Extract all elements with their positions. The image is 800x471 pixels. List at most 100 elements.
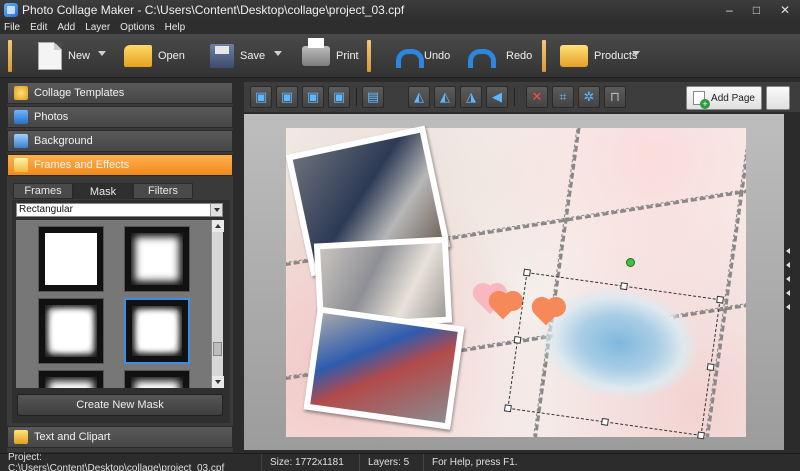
- scroll-up-icon[interactable]: [212, 220, 224, 232]
- print-button[interactable]: Print: [302, 38, 359, 74]
- undo-arrow-icon: [392, 43, 424, 69]
- section-label: Photos: [34, 111, 69, 123]
- save-button[interactable]: Save: [210, 38, 265, 74]
- mask-type-value: Rectangular: [19, 204, 73, 215]
- products-label: Products: [594, 50, 638, 62]
- folder-icon: [124, 45, 152, 67]
- scroll-down-icon[interactable]: [212, 376, 224, 388]
- add-page-icon: [693, 91, 711, 109]
- section-background[interactable]: Background: [7, 130, 233, 152]
- rotate-right-icon[interactable]: ◭: [434, 86, 456, 108]
- status-bar: Project: C:\Users\Content\Desktop\collag…: [0, 452, 800, 471]
- menu-file[interactable]: File: [4, 22, 20, 33]
- mask-preview: [45, 233, 97, 285]
- bring-forward-icon[interactable]: ▣: [276, 86, 298, 108]
- lock-icon[interactable]: ⊓: [604, 86, 626, 108]
- save-dropdown-arrow[interactable]: [274, 51, 282, 56]
- products-dropdown-arrow[interactable]: [632, 51, 640, 56]
- printer-icon: [302, 38, 330, 66]
- left-arrow-icon[interactable]: [786, 276, 790, 282]
- flip-vertical-icon[interactable]: ◀: [486, 86, 508, 108]
- page-settings-button[interactable]: [766, 86, 790, 110]
- section-photos[interactable]: Photos: [7, 106, 233, 128]
- tab-frames[interactable]: Frames: [13, 183, 73, 199]
- section-collage-templates[interactable]: Collage Templates: [7, 82, 233, 104]
- menu-options[interactable]: Options: [120, 22, 154, 33]
- flip-horizontal-icon[interactable]: ◮: [460, 86, 482, 108]
- left-arrow-icon[interactable]: [786, 290, 790, 296]
- bring-to-front-icon[interactable]: ▣: [250, 86, 272, 108]
- left-arrow-icon[interactable]: [786, 248, 790, 254]
- new-dropdown-arrow[interactable]: [98, 51, 106, 56]
- scroll-thumb[interactable]: [213, 342, 222, 356]
- mask-preview: [131, 377, 183, 388]
- tab-filters[interactable]: Filters: [133, 183, 193, 199]
- section-text-and-clipart[interactable]: Text and Clipart: [7, 426, 233, 448]
- resize-handle[interactable]: [503, 404, 512, 413]
- chevron-down-icon[interactable]: [210, 204, 222, 216]
- create-new-mask-button[interactable]: Create New Mask: [17, 394, 223, 416]
- print-label: Print: [336, 50, 359, 62]
- products-button[interactable]: Products: [560, 38, 637, 74]
- resize-handle[interactable]: [706, 363, 715, 372]
- background-icon: [14, 134, 28, 148]
- mask-thumbnail-selected[interactable]: [124, 298, 190, 364]
- menu-layer[interactable]: Layer: [85, 22, 110, 33]
- resize-handle[interactable]: [697, 431, 705, 440]
- resize-handle[interactable]: [620, 282, 628, 291]
- add-page-label: Add Page: [711, 92, 755, 104]
- status-help: For Help, press F1.: [432, 457, 518, 468]
- selection-box[interactable]: [503, 268, 725, 440]
- redo-button[interactable]: Redo: [474, 38, 532, 74]
- tab-mask[interactable]: Mask: [73, 183, 133, 199]
- mask-scrollbar[interactable]: [211, 220, 224, 388]
- undo-button[interactable]: Undo: [392, 38, 450, 74]
- mask-thumbnail[interactable]: [124, 370, 190, 388]
- save-label: Save: [240, 50, 266, 62]
- photo-image: [310, 312, 458, 424]
- mask-thumbnail[interactable]: [38, 298, 104, 364]
- effects-tabs: Frames Mask Filters: [7, 183, 233, 199]
- mask-preview: [132, 306, 182, 356]
- toolbar-separator: [356, 88, 357, 106]
- mask-thumbnail-grid: [16, 220, 211, 388]
- add-page-button[interactable]: Add Page: [686, 86, 762, 110]
- left-arrow-icon[interactable]: [786, 304, 790, 310]
- send-to-back-icon[interactable]: ▣: [328, 86, 350, 108]
- menu-edit[interactable]: Edit: [30, 22, 47, 33]
- rotate-left-icon[interactable]: ◭: [408, 86, 430, 108]
- rotate-handle[interactable]: [626, 258, 635, 267]
- section-frames-and-effects[interactable]: Frames and Effects: [7, 154, 233, 176]
- brush-icon: [14, 158, 28, 172]
- align-icon[interactable]: ▤: [362, 86, 384, 108]
- maximize-button[interactable]: □: [743, 0, 770, 20]
- resize-handle[interactable]: [523, 268, 531, 277]
- close-button[interactable]: ✕: [770, 0, 800, 20]
- minimize-button[interactable]: –: [716, 0, 743, 20]
- mask-thumbnail[interactable]: [38, 370, 104, 388]
- resize-handle[interactable]: [601, 417, 609, 426]
- gear-icon[interactable]: ✲: [578, 86, 600, 108]
- send-backward-icon[interactable]: ▣: [302, 86, 324, 108]
- menu-add[interactable]: Add: [57, 22, 75, 33]
- delete-icon[interactable]: ✕: [526, 86, 548, 108]
- toolbar-separator: [542, 40, 546, 72]
- resize-handle[interactable]: [513, 335, 522, 344]
- toolbar-separator: [514, 88, 515, 106]
- left-arrow-icon[interactable]: [786, 262, 790, 268]
- mask-thumbnail[interactable]: [38, 226, 104, 292]
- open-label: Open: [158, 50, 185, 62]
- new-button[interactable]: New: [38, 38, 90, 74]
- mask-type-dropdown[interactable]: Rectangular: [16, 203, 223, 217]
- toolbar-separator: [8, 40, 12, 72]
- floppy-disk-icon: [210, 44, 234, 68]
- menu-bar: File Edit Add Layer Options Help: [0, 20, 800, 34]
- side-collapse-arrows[interactable]: [786, 248, 796, 318]
- open-button[interactable]: Open: [124, 38, 185, 74]
- photo-frame[interactable]: [303, 306, 465, 430]
- crop-icon[interactable]: ⌗: [552, 86, 574, 108]
- mask-thumbnail[interactable]: [124, 226, 190, 292]
- menu-help[interactable]: Help: [165, 22, 186, 33]
- resize-handle[interactable]: [716, 295, 725, 304]
- main-toolbar: New Open Save Print Undo Redo Products: [0, 34, 800, 78]
